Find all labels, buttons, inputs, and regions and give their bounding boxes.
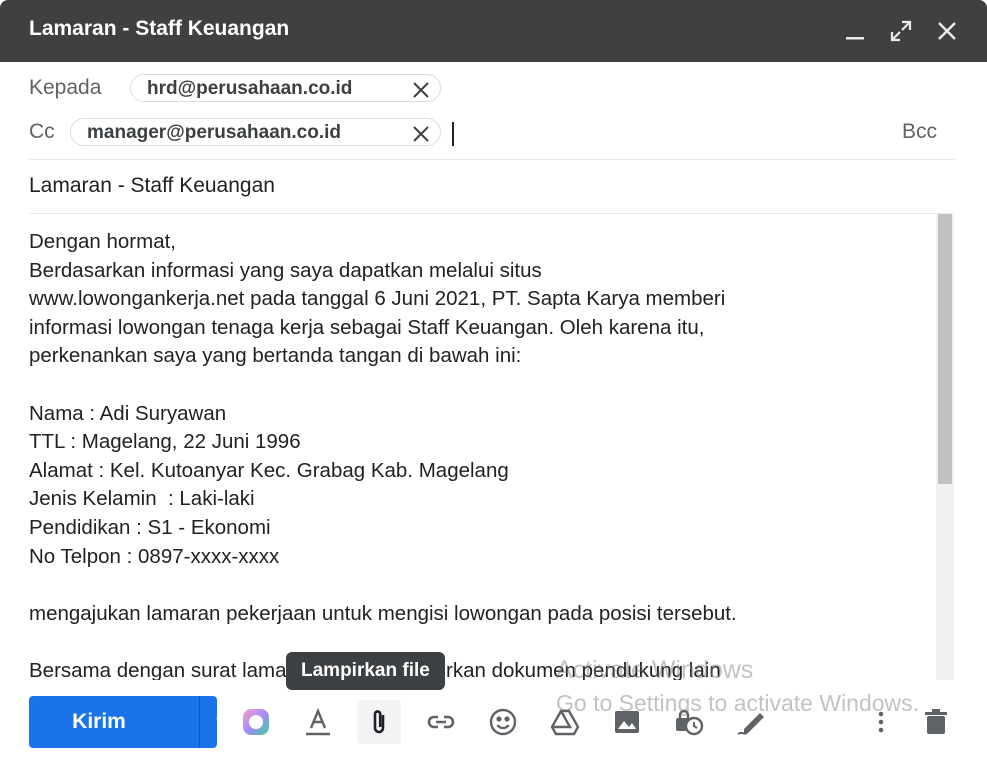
insert-link-icon[interactable] xyxy=(419,700,463,744)
body-line: Berdasarkan informasi yang saya dapatkan… xyxy=(29,258,542,282)
body-line: No Telpon : 0897-xxxx-xxxx xyxy=(29,544,280,568)
recipient-chip-text: hrd@perusahaan.co.id xyxy=(147,78,353,99)
attach-tooltip: Lampirkan file xyxy=(286,652,445,690)
attach-file-icon[interactable] xyxy=(357,700,401,744)
compose-title: Lamaran - Staff Keuangan xyxy=(29,17,290,40)
body-line: perkenankan saya yang bertanda tangan di… xyxy=(29,344,522,368)
send-button-group: Kirim xyxy=(29,696,230,748)
activation-watermark-title: Activate Windows xyxy=(556,656,754,684)
remove-recipient-icon[interactable] xyxy=(412,124,430,142)
text-cursor xyxy=(452,122,454,146)
minimize-icon[interactable] xyxy=(842,18,868,44)
body-line: TTL : Magelang, 22 Juni 1996 xyxy=(29,430,301,454)
recipient-chip-text: manager@perusahaan.co.id xyxy=(87,122,341,143)
body-line: informasi lowongan tenaga kerja sebagai … xyxy=(29,315,705,339)
body-line: Jenis Kelamin : Laki-laki xyxy=(29,487,255,511)
body-line: Nama : Adi Suryawan xyxy=(29,401,227,425)
compose-title-bar: Lamaran - Staff Keuangan xyxy=(0,0,987,62)
drive-icon[interactable] xyxy=(543,700,587,744)
body-line: www.lowongankerja.net pada tanggal 6 Jun… xyxy=(29,287,726,311)
confidential-mode-icon[interactable] xyxy=(667,700,711,744)
bcc-button[interactable]: Bcc xyxy=(902,120,937,144)
close-icon[interactable] xyxy=(934,18,960,44)
divider xyxy=(29,159,955,160)
recipient-chip-cc[interactable]: manager@perusahaan.co.id xyxy=(70,118,441,146)
to-label: Kepada xyxy=(29,76,102,99)
body-line xyxy=(29,628,929,657)
body-line: mengajukan lamaran pekerjaan untuk mengi… xyxy=(29,601,737,625)
body-line: Alamat : Kel. Kutoanyar Kec. Grabag Kab.… xyxy=(29,458,509,482)
text-format-icon[interactable] xyxy=(296,700,340,744)
remove-recipient-icon[interactable] xyxy=(412,80,430,98)
recipient-chip-to[interactable]: hrd@perusahaan.co.id xyxy=(130,74,441,102)
body-line: Bersama dengan surat lamaran ini saya la… xyxy=(29,658,721,680)
emoji-icon[interactable] xyxy=(481,700,525,744)
insert-photo-icon[interactable] xyxy=(605,700,649,744)
send-button[interactable]: Kirim xyxy=(29,696,169,748)
body-line: Pendidikan : S1 - Ekonomi xyxy=(29,515,271,539)
discard-draft-icon[interactable] xyxy=(914,700,958,744)
more-options-icon[interactable] xyxy=(859,700,903,744)
signature-icon[interactable] xyxy=(729,700,773,744)
body-line xyxy=(29,371,929,400)
message-body[interactable]: Dengan hormat, Berdasarkan informasi yan… xyxy=(29,228,929,680)
fullscreen-icon[interactable] xyxy=(888,18,914,44)
scrollbar-thumb[interactable] xyxy=(938,214,952,484)
formatting-options-icon[interactable] xyxy=(234,700,278,744)
cc-label: Cc xyxy=(29,120,55,143)
divider xyxy=(29,213,955,214)
subject-field[interactable]: Lamaran - Staff Keuangan xyxy=(29,174,275,198)
body-line: Dengan hormat, xyxy=(29,230,177,253)
body-line xyxy=(29,571,929,600)
